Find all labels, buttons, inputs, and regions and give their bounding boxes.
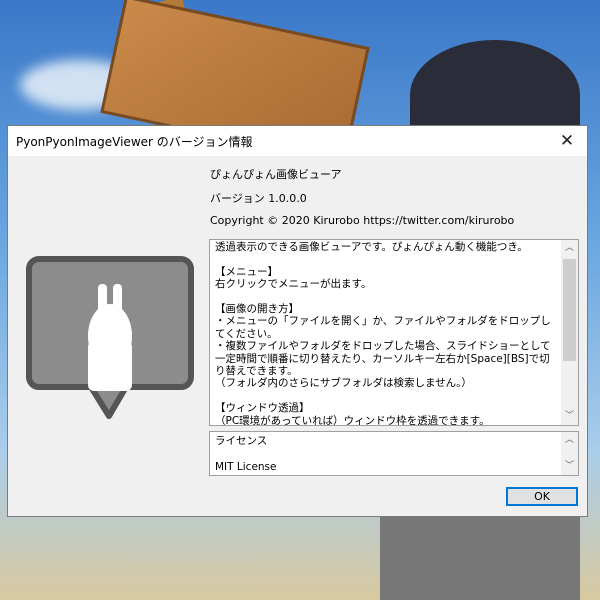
product-name: ぴょんぴょん画像ビューア: [210, 168, 342, 181]
close-icon: ✕: [559, 131, 575, 151]
description-scrollbar[interactable]: ︿ ﹀: [561, 240, 578, 425]
dialog-title: PyonPyonImageViewer のバージョン情報: [16, 134, 253, 149]
version-label: バージョン 1.0.0.0: [210, 192, 307, 205]
license-textbox[interactable]: ライセンス MIT License ︿ ﹀: [209, 431, 579, 476]
close-button[interactable]: ✕: [547, 126, 587, 156]
license-scrollbar[interactable]: ︿ ﹀: [561, 432, 578, 475]
background-character-skirt: [380, 515, 580, 600]
scroll-up-icon[interactable]: ︿: [561, 240, 578, 257]
copyright-label: Copyright © 2020 Kirurobo https://twitte…: [210, 214, 515, 227]
license-text: ライセンス MIT License: [215, 435, 277, 473]
description-textbox[interactable]: 透過表示のできる画像ビューアです。ぴょんぴょん動く機能つき。 【メニュー】 右ク…: [209, 239, 579, 426]
about-dialog: PyonPyonImageViewer のバージョン情報 ✕ ぴょんぴょん画像ビ…: [7, 125, 588, 517]
description-text: 透過表示のできる画像ビューアです。ぴょんぴょん動く機能つき。 【メニュー】 右ク…: [215, 241, 551, 426]
scroll-down-icon[interactable]: ﹀: [561, 408, 578, 425]
app-logo-icon: [26, 256, 194, 419]
ok-button[interactable]: OK: [506, 487, 578, 506]
scroll-up-icon[interactable]: ︿: [561, 432, 578, 449]
scroll-down-icon[interactable]: ﹀: [561, 458, 578, 475]
title-bar: PyonPyonImageViewer のバージョン情報: [8, 126, 587, 156]
scrollbar-thumb[interactable]: [563, 259, 576, 361]
